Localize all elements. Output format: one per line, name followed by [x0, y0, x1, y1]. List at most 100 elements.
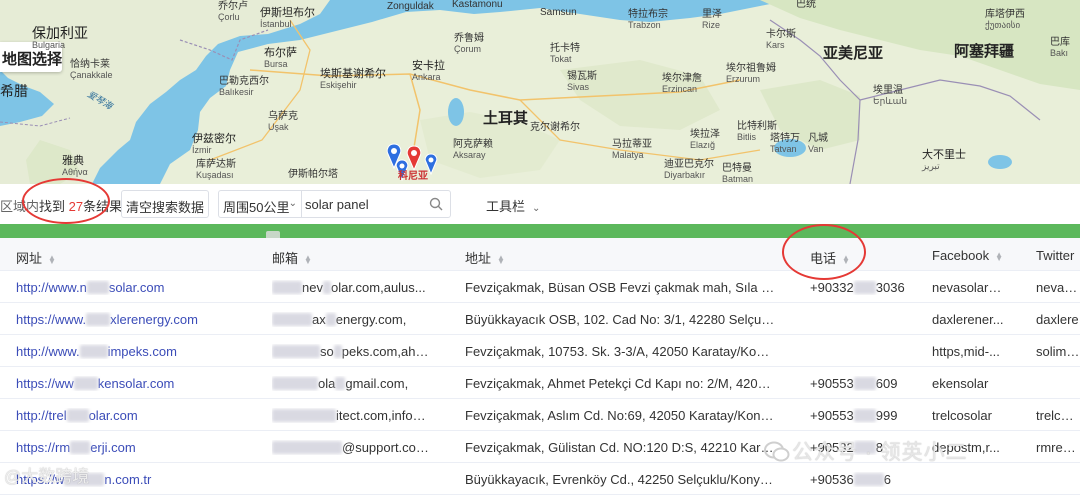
- table-row[interactable]: http://www.n solar.com nev olar.com,aulus.…: [0, 271, 1080, 303]
- facebook-cell: ekensolar: [932, 376, 989, 391]
- clear-search-label: 清空搜索数据: [125, 200, 204, 215]
- map-label-aksaray: 阿克萨赖 Aksaray: [453, 139, 493, 160]
- phone-cell: +90553 999: [810, 408, 898, 423]
- map-label-ankara: 安卡拉 Ankara: [412, 60, 445, 82]
- map-label-isparta: 伊斯帕尔塔: [288, 169, 338, 180]
- twitter-cell: rmrener: [1036, 440, 1080, 455]
- search-input-value: solar panel: [305, 197, 369, 212]
- map-label-erzincan: 埃尔津詹 Erzincan: [662, 73, 702, 94]
- map-base: [0, 0, 1080, 184]
- search-icon[interactable]: [429, 197, 443, 211]
- url-cell[interactable]: http://www. impeks.com: [16, 344, 261, 359]
- url-cell[interactable]: https://ww kensolar.com: [16, 376, 261, 391]
- sort-icon[interactable]: ▲ ▼: [304, 253, 312, 265]
- map-label-ganja: 库塔伊西 ქუთაისი: [985, 9, 1025, 30]
- url-cell[interactable]: http://www.n solar.com: [16, 280, 261, 295]
- map-label-batumi: 巴统: [796, 0, 816, 10]
- twitter-cell: daxlere: [1036, 312, 1079, 327]
- sort-icon[interactable]: ▲ ▼: [48, 253, 56, 265]
- map-label-kirsehir: 克尔谢希尔: [530, 122, 580, 133]
- tools-menu[interactable]: 工具栏 ⌄: [486, 196, 540, 215]
- map-label-elazig: 埃拉泽 Elazığ: [690, 129, 720, 150]
- facebook-cell: daxlerener...: [932, 312, 1004, 327]
- highlight-ring-result-count: [22, 178, 110, 224]
- url-cell[interactable]: http://trel olar.com: [16, 408, 261, 423]
- map-label-tatvan: 塔特万 Tatvan: [770, 133, 800, 154]
- map-label-armenia: 亚美尼亚: [823, 45, 884, 62]
- map-label-balikesir: 巴勒克西尔 Balıkesir: [219, 76, 269, 97]
- column-header-url[interactable]: 网址 ▲ ▼: [16, 248, 56, 267]
- map-label-yerevan: 埃里温 Երևան: [873, 85, 908, 106]
- map-mode-label: 地图选择: [2, 51, 63, 68]
- table-row[interactable]: http://www. impeks.com so peks.com,ahm... …: [0, 335, 1080, 367]
- watermark-corner: @大数跨境: [4, 467, 90, 486]
- email-cell: ax energy.com,: [272, 312, 434, 327]
- map-label-izmir: 伊兹密尔 İzmir: [192, 133, 236, 155]
- table-row[interactable]: https://w n.com.tr Büyükkayacık, Evrenköy…: [0, 463, 1080, 495]
- map-label-corlu: 乔尔卢 Çorlu: [218, 1, 248, 22]
- facebook-cell: https,mid-...: [932, 344, 1000, 359]
- address-cell: Büyükkayacık, Evrenköy Cd., 42250 Selçuk…: [465, 472, 775, 487]
- map-label-athens: 雅典 Αθήνα: [62, 155, 88, 177]
- map-label-azerbaijan: 阿塞拜疆: [954, 43, 1015, 60]
- column-header-twitter[interactable]: Twitter: [1036, 248, 1074, 263]
- twitter-cell: solimpe: [1036, 344, 1080, 359]
- map-label-kusadasi: 库萨达斯 Kuşadası: [196, 159, 236, 180]
- radius-select[interactable]: 周围50公里 ⌄: [218, 190, 302, 218]
- phone-cell: +90332 3036: [810, 280, 905, 295]
- map-label-sivas: 锡瓦斯 Sivas: [567, 71, 597, 92]
- table-row[interactable]: https://ww kensolar.com ola gmail.com, Fev…: [0, 367, 1080, 399]
- address-cell: Büyükkayacık OSB, 102. Cad No: 3/1, 4228…: [465, 312, 775, 327]
- map-label-turkey: 土耳其: [483, 110, 529, 127]
- map-label-baku: 巴库 Bakı: [1050, 37, 1070, 58]
- map-label-usak: 乌萨克 Uşak: [268, 111, 298, 132]
- map-label-zonguldak: Zonguldak: [387, 1, 434, 12]
- address-cell: Fevziçakmak, 10753. Sk. 3-3/A, 42050 Kar…: [465, 344, 775, 359]
- map-label-rize: 里泽 Rize: [702, 9, 722, 30]
- column-header-address[interactable]: 地址 ▲ ▼: [465, 248, 505, 267]
- map-label-greece: 希腊: [0, 83, 28, 99]
- watermark-wechat: 公众号 · 领英小二: [792, 441, 968, 464]
- map-label-bulgaria: 保加利亚 Bulgaria: [32, 25, 88, 50]
- map-label-corum: 乔鲁姆 Çorum: [454, 33, 484, 54]
- table-row[interactable]: https://www. xlerenergy.com ax energy.com,…: [0, 303, 1080, 335]
- email-cell: itect.com,info@...: [272, 408, 434, 423]
- map-label-tokat: 托卡特 Tokat: [550, 43, 580, 64]
- map-view[interactable]: 地图选择 保加利亚 Bulgaria 希腊 土耳其 亚美尼亚 阿塞拜疆 乔尔卢 Ço…: [0, 0, 1080, 184]
- twitter-cell: nevaligh: [1036, 280, 1080, 295]
- map-label-batman: 巴特曼 Batman: [722, 163, 754, 184]
- column-header-email[interactable]: 邮箱 ▲ ▼: [272, 248, 312, 267]
- address-cell: Fevziçakmak, Aslım Cd. No:69, 42050 Kara…: [465, 408, 775, 423]
- map-label-samsun: Samsun: [540, 7, 577, 18]
- highlight-ring-phone-header: [782, 224, 866, 280]
- phone-cell: +90553 609: [810, 376, 898, 391]
- chevron-down-icon: ⌄: [288, 198, 297, 209]
- map-label-malatya: 马拉蒂亚 Malatya: [612, 139, 652, 160]
- map-label-istanbul: 伊斯坦布尔 İstanbul: [260, 7, 315, 29]
- facebook-cell: trelcosolar: [932, 408, 992, 423]
- map-label-van: 凡城 Van: [808, 133, 828, 154]
- phone-cell: +90536 6: [810, 472, 891, 487]
- map-label-konya: 科尼亚: [398, 171, 428, 182]
- chevron-down-icon: ⌄: [532, 203, 541, 214]
- twitter-cell: trelcoso: [1036, 408, 1080, 423]
- url-cell[interactable]: https://www. xlerenergy.com: [16, 312, 261, 327]
- map-label-kastamonu: Kastamonu: [452, 0, 503, 10]
- search-input[interactable]: solar panel: [301, 190, 451, 218]
- map-label-kars: 卡尔斯 Kars: [766, 29, 796, 50]
- sort-icon[interactable]: ▲ ▼: [497, 253, 505, 265]
- email-cell: so peks.com,ahm...: [272, 344, 434, 359]
- column-header-facebook[interactable]: Facebook ▲ ▼: [932, 248, 1003, 263]
- url-cell[interactable]: https://rm erji.com: [16, 440, 261, 455]
- sort-icon[interactable]: ▲ ▼: [995, 250, 1003, 262]
- wechat-icon: [764, 441, 790, 462]
- search-toolbar: 区域内找到 27条结果 清空搜索数据 周围50公里 ⌄ solar panel …: [0, 184, 1080, 224]
- email-cell: @support.com,r...: [272, 440, 434, 455]
- facebook-cell: nevasolare...: [932, 280, 1006, 295]
- map-label-trabzon: 特拉布宗 Trabzon: [628, 9, 668, 30]
- clear-search-button[interactable]: 清空搜索数据: [121, 190, 209, 218]
- table-row[interactable]: http://trel olar.com itect.com,info@... F…: [0, 399, 1080, 431]
- address-cell: Fevziçakmak, Gülistan Cd. NO:120 D:S, 42…: [465, 440, 775, 455]
- address-cell: Fevziçakmak, Ahmet Petekçi Cd Kapı no: 2…: [465, 376, 775, 391]
- map-label-erzurum: 埃尔祖鲁姆 Erzurum: [726, 63, 776, 84]
